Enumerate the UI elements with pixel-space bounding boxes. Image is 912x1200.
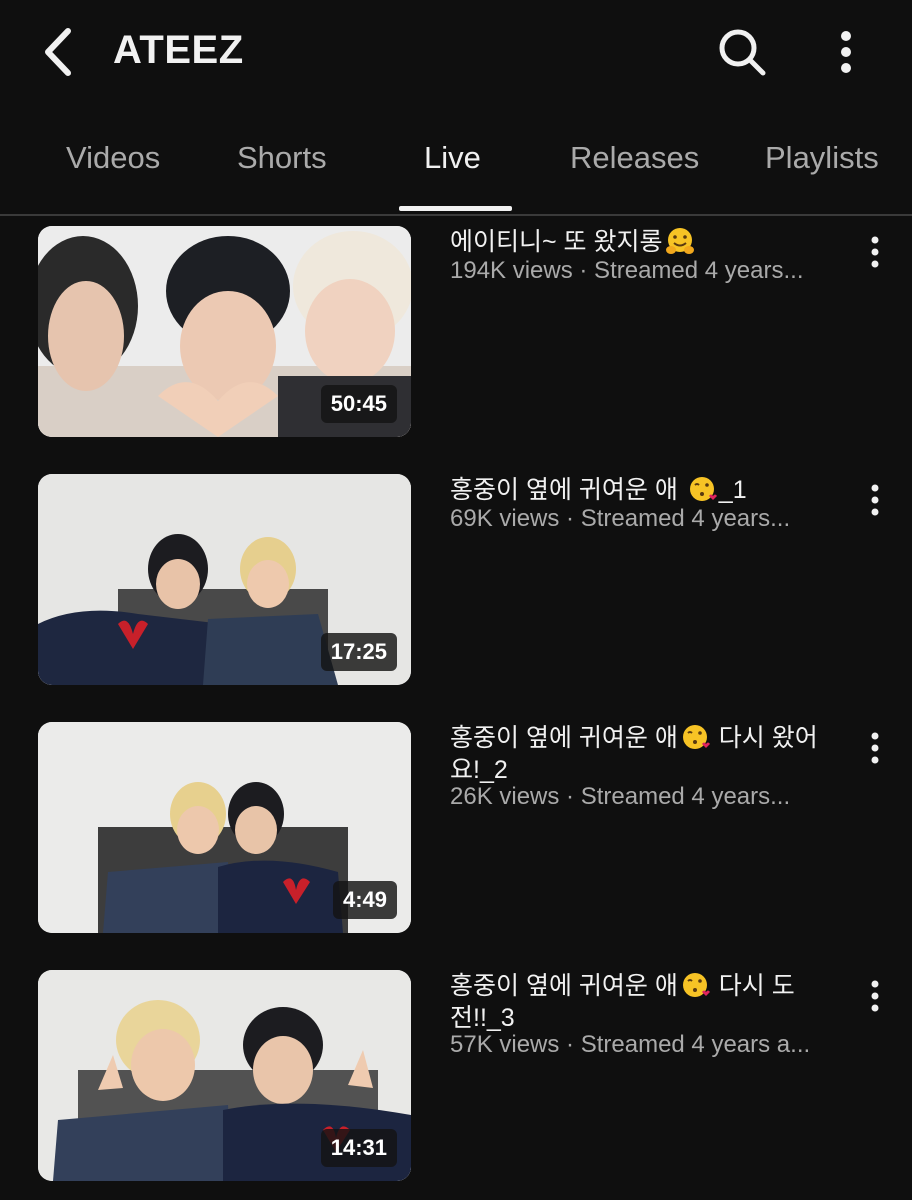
tab-playlists[interactable]: Playlists [765,140,879,176]
tab-shorts[interactable]: Shorts [237,140,327,176]
video-title-text: 에이티니~ 또 왔지롱 [450,228,663,256]
video-title-text: 홍중이 옆에 귀여운 애 [450,972,678,1000]
video-title[interactable]: 에이티니~ 또 왔지롱 [450,226,845,258]
video-title[interactable]: 홍중이 옆에 귀여운 애 다시 도전!!_3 [450,970,845,1034]
video-duration: 14:31 [320,1129,397,1167]
hugging-face-emoji [665,228,694,254]
search-icon [719,29,766,76]
face-blowing-kiss-emoji [682,973,710,997]
video-item[interactable]: 50:45 에이티니~ 또 왔지롱 194K views · Streamed … [0,226,912,440]
channel-title: ATEEZ [113,28,244,72]
video-menu-button[interactable] [860,728,890,768]
video-thumbnail[interactable]: 4:49 [38,722,411,933]
more-options-button[interactable] [826,24,866,80]
more-vertical-icon [841,31,851,73]
video-menu-button[interactable] [860,480,890,520]
video-metadata: 26K views · Streamed 4 years... [450,783,791,810]
video-metadata: 194K views · Streamed 4 years... [450,257,804,284]
video-metadata: 69K views · Streamed 4 years... [450,505,791,532]
face-blowing-kiss-emoji [689,477,717,501]
video-thumbnail[interactable]: 17:25 [38,474,411,685]
more-vertical-icon [871,236,879,268]
more-vertical-icon [871,732,879,764]
tab-videos[interactable]: Videos [66,140,160,176]
video-thumbnail[interactable]: 50:45 [38,226,411,437]
channel-tabs: Videos Shorts Live Releases Playlists [0,126,912,216]
video-item[interactable]: 4:49 홍중이 옆에 귀여운 애 다시 왔어요!_2 26K views · … [0,722,912,936]
video-menu-button[interactable] [860,232,890,272]
video-title[interactable]: 홍중이 옆에 귀여운 애 다시 왔어요!_2 [450,722,845,786]
chevron-left-icon [45,28,71,76]
video-title[interactable]: 홍중이 옆에 귀여운 애 _1 [450,474,845,506]
video-menu-button[interactable] [860,976,890,1016]
tab-releases[interactable]: Releases [570,140,699,176]
face-blowing-kiss-emoji [682,725,710,749]
more-vertical-icon [871,484,879,516]
video-thumbnail[interactable]: 14:31 [38,970,411,1181]
more-vertical-icon [871,980,879,1012]
video-item[interactable]: 14:31 홍중이 옆에 귀여운 애 다시 도전!!_3 57K views ·… [0,970,912,1184]
back-button[interactable] [30,24,84,80]
video-duration: 50:45 [320,385,397,423]
channel-page: ATEEZ Videos Shorts Live Releases Playli… [0,0,912,1200]
video-duration: 4:49 [332,881,397,919]
search-button[interactable] [712,24,772,80]
top-app-bar: ATEEZ [0,0,912,110]
video-title-text: 홍중이 옆에 귀여운 애 [450,476,685,504]
video-metadata: 57K views · Streamed 4 years a... [450,1031,811,1058]
active-tab-indicator [399,206,512,211]
video-duration: 17:25 [320,633,397,671]
video-item[interactable]: 17:25 홍중이 옆에 귀여운 애 _1 69K views · Stream… [0,474,912,688]
video-title-text: 홍중이 옆에 귀여운 애 [450,724,678,752]
video-title-suffix: _1 [718,476,747,504]
tab-live[interactable]: Live [424,140,481,176]
